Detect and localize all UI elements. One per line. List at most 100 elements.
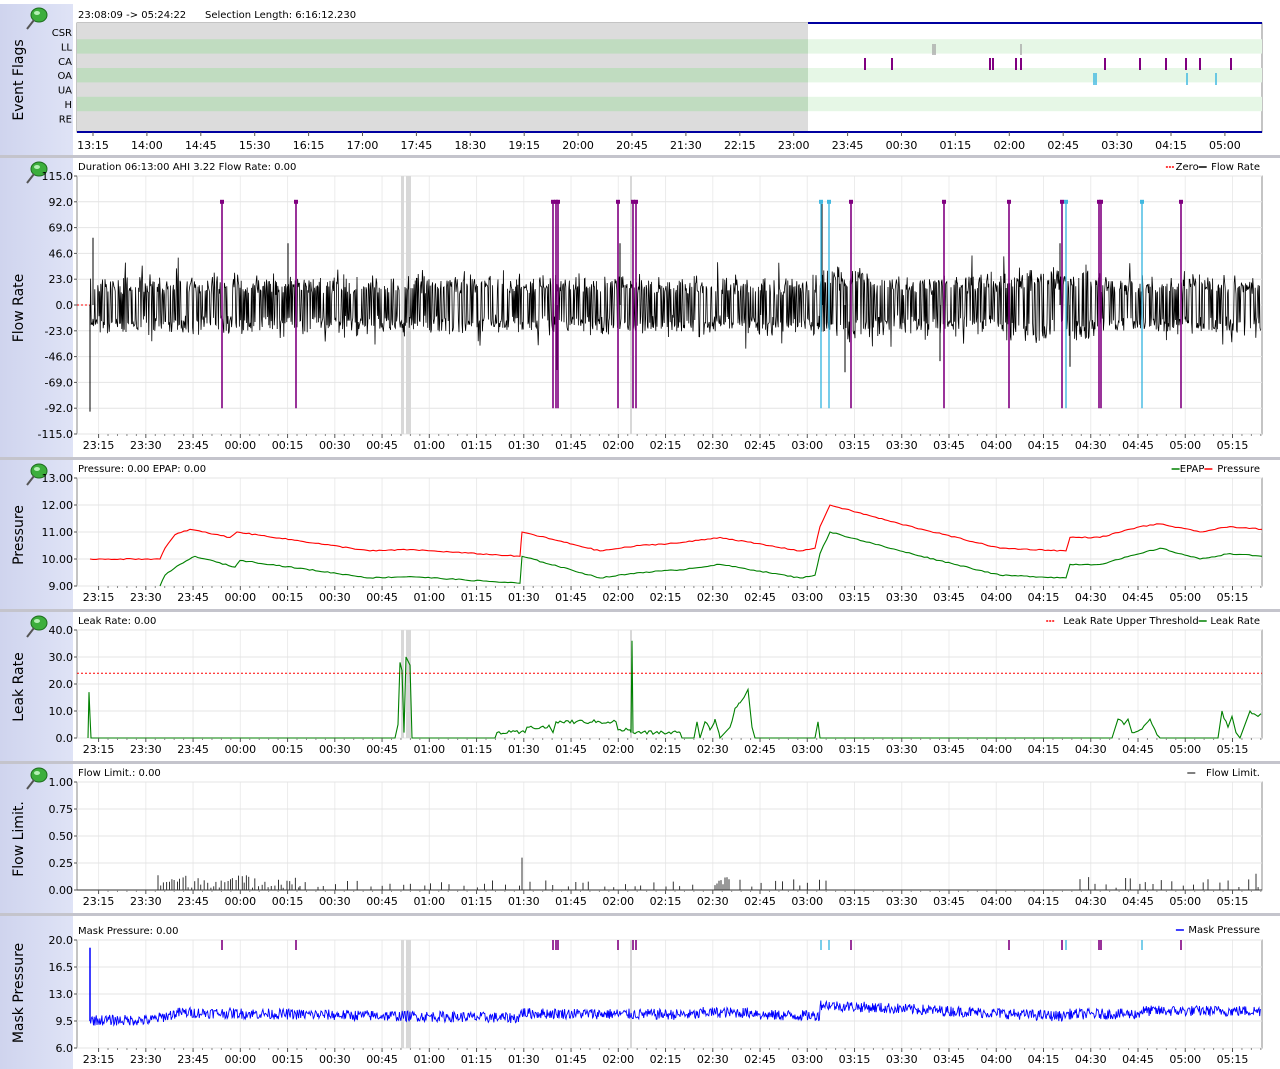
event-cap xyxy=(220,199,224,204)
time-tick-label: 00:15 xyxy=(272,439,304,452)
time-tick-label: 00:30 xyxy=(319,1053,351,1066)
time-tick-label: 01:15 xyxy=(461,591,493,604)
time-tick-label: 00:15 xyxy=(272,743,304,756)
time-tick-label: 02:45 xyxy=(744,591,776,604)
y-tick-label: 69.0 xyxy=(49,222,74,235)
time-tick-label: 04:15 xyxy=(1028,439,1060,452)
time-tick-label: 05:00 xyxy=(1169,1053,1201,1066)
time-tick-label: 00:15 xyxy=(272,1053,304,1066)
event-cap xyxy=(294,199,298,204)
event-cap xyxy=(616,199,620,204)
event-flags-plot[interactable]: 23:08:09 -> 05:24:22 Selection Length: 6… xyxy=(0,4,1280,156)
event-row-band xyxy=(77,39,808,54)
flow-limit-plot[interactable]: Flow Limit.: 0.00 Flow Limit. 1.00 0.75 0.… xyxy=(0,764,1280,913)
overview-tick-label: 23:45 xyxy=(832,139,864,152)
overview-tick-label: 00:30 xyxy=(886,139,918,152)
overview-tick-label: 02:45 xyxy=(1047,139,1079,152)
time-tick-label: 00:45 xyxy=(366,1053,398,1066)
large-leak-band xyxy=(401,176,404,434)
overview-tick-label: 05:00 xyxy=(1209,139,1241,152)
event-cap xyxy=(1007,199,1011,204)
y-tick-label: -69.0 xyxy=(45,376,73,389)
time-tick-label: 04:45 xyxy=(1122,895,1154,908)
time-tick-label: 01:15 xyxy=(461,439,493,452)
time-tick-label: 23:15 xyxy=(83,1053,115,1066)
time-tick-label: 23:15 xyxy=(83,439,115,452)
legend-label: Leak Rate xyxy=(1210,616,1260,627)
y-tick-label: 10.0 xyxy=(49,705,74,718)
time-tick-label: 01:45 xyxy=(555,439,587,452)
time-tick-label: 02:45 xyxy=(744,895,776,908)
y-tick-label: 0.0 xyxy=(56,732,74,745)
overview-tick-label: 02:00 xyxy=(993,139,1025,152)
event-row-band xyxy=(808,39,1262,54)
time-tick-label: 00:00 xyxy=(224,743,256,756)
legend-label: EPAP xyxy=(1180,464,1205,475)
y-tick-label: -46.0 xyxy=(45,351,73,364)
event-flag-label: CSR xyxy=(52,28,72,39)
overview-tick-label: 14:45 xyxy=(185,139,217,152)
event-selection-label: Selection Length: 6:16:12.230 xyxy=(205,10,356,21)
time-tick-label: 00:30 xyxy=(319,743,351,756)
time-tick-label: 04:45 xyxy=(1122,591,1154,604)
time-tick-label: 23:45 xyxy=(177,439,209,452)
time-tick-label: 00:30 xyxy=(319,439,351,452)
overview-tick-label: 16:15 xyxy=(293,139,325,152)
pressure-panel: Pressure Pressure: 0.00 EPAP: 0.00 Press… xyxy=(0,460,1280,609)
event-flags-panel: Event Flags 23:08:09 -> 05:24:22 Selecti… xyxy=(0,4,1280,156)
time-tick-label: 00:00 xyxy=(224,439,256,452)
time-tick-label: 01:00 xyxy=(413,439,445,452)
flow-limit-info: Flow Limit.: 0.00 xyxy=(78,768,161,779)
overview-tick-label: 18:30 xyxy=(454,139,486,152)
time-tick-label: 02:45 xyxy=(744,743,776,756)
time-tick-label: 04:15 xyxy=(1028,591,1060,604)
time-tick-label: 00:30 xyxy=(319,895,351,908)
time-tick-label: 00:45 xyxy=(366,895,398,908)
overview-tick-label: 17:45 xyxy=(401,139,433,152)
large-leak-band xyxy=(630,940,632,1048)
time-tick-label: 02:00 xyxy=(602,1053,634,1066)
time-tick-label: 02:00 xyxy=(602,439,634,452)
time-tick-label: 03:15 xyxy=(839,1053,871,1066)
y-tick-label: 20.0 xyxy=(49,934,74,947)
time-tick-label: 02:45 xyxy=(744,1053,776,1066)
window-title-fragment: ssues xyxy=(0,0,28,3)
y-tick-label: 9.00 xyxy=(49,580,74,593)
time-tick-label: 23:30 xyxy=(130,439,162,452)
flow-rate-plot[interactable]: Duration 06:13:00 AHI 3.22 Flow Rate: 0.… xyxy=(0,158,1280,457)
time-tick-label: 03:45 xyxy=(933,895,965,908)
large-leak-band xyxy=(401,940,404,1048)
y-tick-label: 20.0 xyxy=(49,678,74,691)
event-cap xyxy=(849,199,853,204)
event-cap xyxy=(634,199,638,204)
time-tick-label: 04:15 xyxy=(1028,1053,1060,1066)
time-tick-label: 01:00 xyxy=(413,743,445,756)
legend-label: Zero xyxy=(1176,162,1199,173)
time-tick-label: 02:00 xyxy=(602,743,634,756)
time-tick-label: 00:45 xyxy=(366,591,398,604)
overview-tick-label: 03:30 xyxy=(1101,139,1133,152)
time-tick-label: 01:45 xyxy=(555,591,587,604)
legend-label: Mask Pressure xyxy=(1188,925,1260,936)
time-tick-label: 04:30 xyxy=(1075,591,1107,604)
event-cap xyxy=(556,199,560,204)
pressure-plot[interactable]: Pressure: 0.00 EPAP: 0.00 Pressure EPAP 1… xyxy=(0,460,1280,609)
time-tick-label: 03:00 xyxy=(791,439,823,452)
y-tick-label: 10.00 xyxy=(42,553,74,566)
time-tick-label: 23:45 xyxy=(177,743,209,756)
y-tick-label: 1.00 xyxy=(49,776,74,789)
overview-tick-label: 22:15 xyxy=(724,139,756,152)
event-cap xyxy=(1064,199,1068,204)
leak-rate-plot[interactable]: Leak Rate: 0.00 Leak Rate Leak Rate Upper… xyxy=(0,612,1280,761)
time-tick-label: 03:15 xyxy=(839,743,871,756)
event-cap xyxy=(1060,199,1064,204)
y-tick-label: -115.0 xyxy=(38,428,73,441)
event-cap xyxy=(1179,199,1183,204)
mask-pressure-plot[interactable]: Mask Pressure: 0.00 Mask Pressure 20.0 16… xyxy=(0,916,1280,1069)
time-tick-label: 01:15 xyxy=(461,1053,493,1066)
y-tick-label: 40.0 xyxy=(49,624,74,637)
time-tick-label: 05:00 xyxy=(1169,439,1201,452)
legend-label: Leak Rate Upper Threshold xyxy=(1063,616,1199,627)
time-tick-label: 23:30 xyxy=(130,1053,162,1066)
time-tick-label: 01:15 xyxy=(461,895,493,908)
